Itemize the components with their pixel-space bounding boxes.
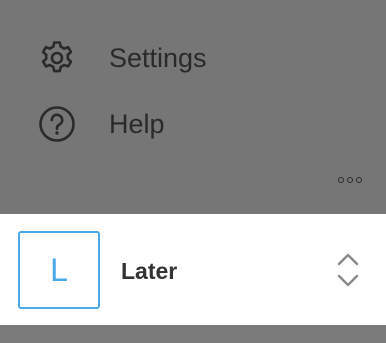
more-horizontal-icon — [338, 177, 344, 183]
help-circle-icon — [37, 104, 77, 144]
chevron-up-down-icon[interactable] — [332, 250, 364, 290]
workspace-name: Later — [121, 258, 178, 284]
help-label: Help — [109, 108, 165, 139]
more-horizontal-icon — [347, 177, 353, 183]
more-options-button[interactable] — [332, 168, 368, 192]
dimmed-background-strip — [0, 325, 386, 343]
more-horizontal-icon — [356, 177, 362, 183]
gear-icon — [37, 38, 77, 78]
dimmed-menu-overlay: Settings Help — [0, 0, 386, 214]
menu-item-help[interactable]: Help — [0, 96, 386, 152]
workspace-avatar: L — [18, 231, 100, 309]
workspace-switcher[interactable]: L Later — [0, 214, 386, 325]
menu-item-settings[interactable]: Settings — [0, 30, 386, 86]
settings-label: Settings — [109, 42, 207, 73]
